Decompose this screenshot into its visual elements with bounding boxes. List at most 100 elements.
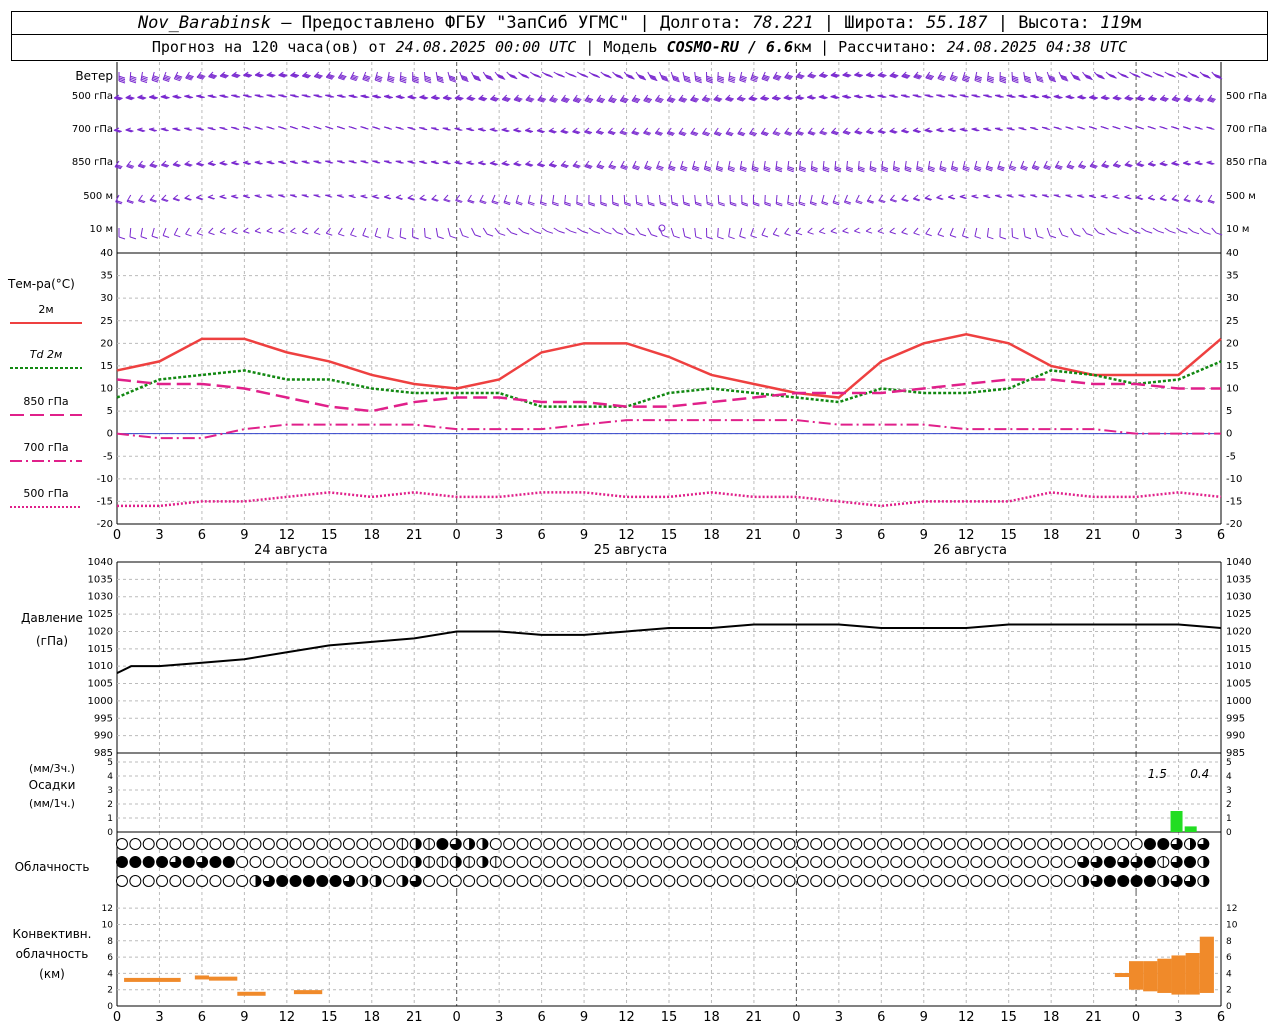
cloud-symbol — [516, 875, 529, 887]
cloud-symbol — [1050, 856, 1063, 868]
pressure-tick-label-right: 1015 — [1226, 644, 1251, 655]
cloud-symbol — [169, 838, 182, 850]
cloud-symbol — [1023, 838, 1036, 850]
cloud-symbol — [850, 838, 863, 850]
pressure-tick-label: 1040 — [88, 557, 113, 568]
wind-barb-feather — [639, 233, 647, 237]
cloud-symbol-half — [1190, 838, 1196, 850]
wind-barb-shaft — [1070, 227, 1075, 235]
wind-barb-shaft — [925, 227, 931, 235]
cloud-symbol — [1117, 838, 1130, 850]
cloud-symbol — [182, 875, 195, 887]
wind-barb-feather — [1086, 233, 1093, 237]
hour-tick-label: 18 — [1043, 528, 1060, 543]
temp-tick-label-right: 25 — [1226, 316, 1239, 327]
cloud-symbol — [249, 838, 262, 850]
cloud-symbol — [129, 838, 142, 850]
wind-barb-feather — [151, 235, 159, 239]
cloud-symbol-half — [469, 838, 475, 850]
wind-barb-feather — [412, 236, 419, 240]
temp-tick-label: 10 — [100, 384, 113, 395]
temp-tick-label: 20 — [100, 338, 113, 349]
cloud-symbol — [1023, 875, 1036, 887]
temp-tick-label: -5 — [103, 451, 113, 462]
cloud-symbol-fill — [330, 875, 342, 887]
cloud-symbol — [476, 875, 489, 887]
wind-barb-feather — [462, 235, 469, 239]
wind-barb-shaft — [889, 227, 895, 233]
wind-barb-shaft — [682, 227, 686, 237]
wind-barb-feather — [1134, 230, 1141, 234]
temp-tick-label: 40 — [100, 248, 113, 259]
cloud-symbol — [609, 875, 622, 887]
wind-barb-feather — [219, 231, 227, 235]
convective-tick-label: 2 — [107, 986, 113, 996]
temp-tick-label: -15 — [97, 496, 113, 507]
cloud-symbol — [890, 838, 903, 850]
wind-barb-shaft — [266, 227, 273, 232]
cloud-symbol — [943, 875, 956, 887]
wind-barb-feather — [302, 231, 309, 235]
wind-barb-feather — [673, 235, 680, 239]
cloud-symbol-fill — [129, 856, 141, 868]
wind-barb-shaft — [173, 227, 179, 236]
cloud-symbol-fill — [436, 838, 448, 850]
cloud-symbol — [890, 875, 903, 887]
wind-barb-feather — [1012, 236, 1019, 240]
wind-barb-feather — [949, 234, 957, 238]
cloud-symbol — [609, 838, 622, 850]
cloud-symbol — [1010, 875, 1023, 887]
wind-barb-feather — [616, 232, 624, 235]
hour-tick-label: 12 — [279, 528, 296, 543]
convective-bar — [237, 991, 266, 996]
wind-barb-feather — [819, 231, 826, 235]
wind-barb-shaft — [482, 227, 488, 235]
wind-barb-shaft — [635, 227, 641, 235]
cloud-symbol — [930, 875, 943, 887]
cloud-symbol — [810, 856, 823, 868]
hour-tick-label: 0 — [113, 528, 121, 543]
cloud-symbol — [302, 838, 315, 850]
cloud-symbol — [957, 838, 970, 850]
hour-tick-label: 9 — [920, 1010, 928, 1024]
wind-barb-feather — [118, 236, 126, 240]
wind-barb-feather — [865, 230, 873, 234]
cloud-symbol — [383, 856, 395, 868]
cloud-symbol — [142, 838, 155, 850]
cloud-symbol-half — [375, 875, 382, 887]
pressure-tick-label: 1010 — [88, 661, 113, 672]
precip-tick-label: 0 — [107, 828, 113, 838]
hour-tick-label: 6 — [198, 528, 206, 543]
hour-tick-label: 0 — [792, 528, 800, 543]
cloud-symbol — [730, 875, 743, 887]
cloud-symbol — [543, 838, 556, 850]
convective-title: Конвективн. — [13, 927, 92, 941]
cloud-symbol — [690, 875, 703, 887]
cloud-symbol — [302, 856, 315, 868]
wind-barb-feather — [761, 234, 769, 238]
cloud-symbol-fill — [1157, 838, 1169, 850]
hour-tick-label: 3 — [1174, 1010, 1182, 1024]
wind-barb-shaft — [1058, 227, 1063, 236]
temperature-layer — [116, 333, 1222, 508]
precip-tick-label: 2 — [107, 800, 113, 810]
temp-tick-label-right: 0 — [1226, 429, 1232, 440]
cloud-symbol — [1037, 875, 1050, 887]
precip-tick-label-right: 1 — [1226, 814, 1232, 824]
wind-barb-feather — [1137, 126, 1145, 130]
hour-tick-label: 18 — [363, 1010, 380, 1024]
cloud-symbol — [543, 856, 556, 868]
temp-tick-label-right: -15 — [1226, 496, 1242, 507]
wind-barb-feather — [1110, 231, 1117, 235]
hour-tick-label: 6 — [1217, 528, 1225, 543]
cloud-symbol — [209, 875, 222, 887]
cloud-symbol-fill — [1144, 856, 1156, 868]
wind-barb-shaft — [459, 227, 464, 236]
cloud-symbol — [730, 856, 743, 868]
hour-tick-label: 6 — [537, 528, 545, 543]
wind-barb-shaft — [694, 227, 697, 237]
wind-barb-feather — [628, 232, 635, 236]
hour-tick-label: 6 — [877, 1010, 885, 1024]
cloud-symbol-half — [415, 838, 422, 850]
wind-barb-feather — [534, 231, 542, 235]
